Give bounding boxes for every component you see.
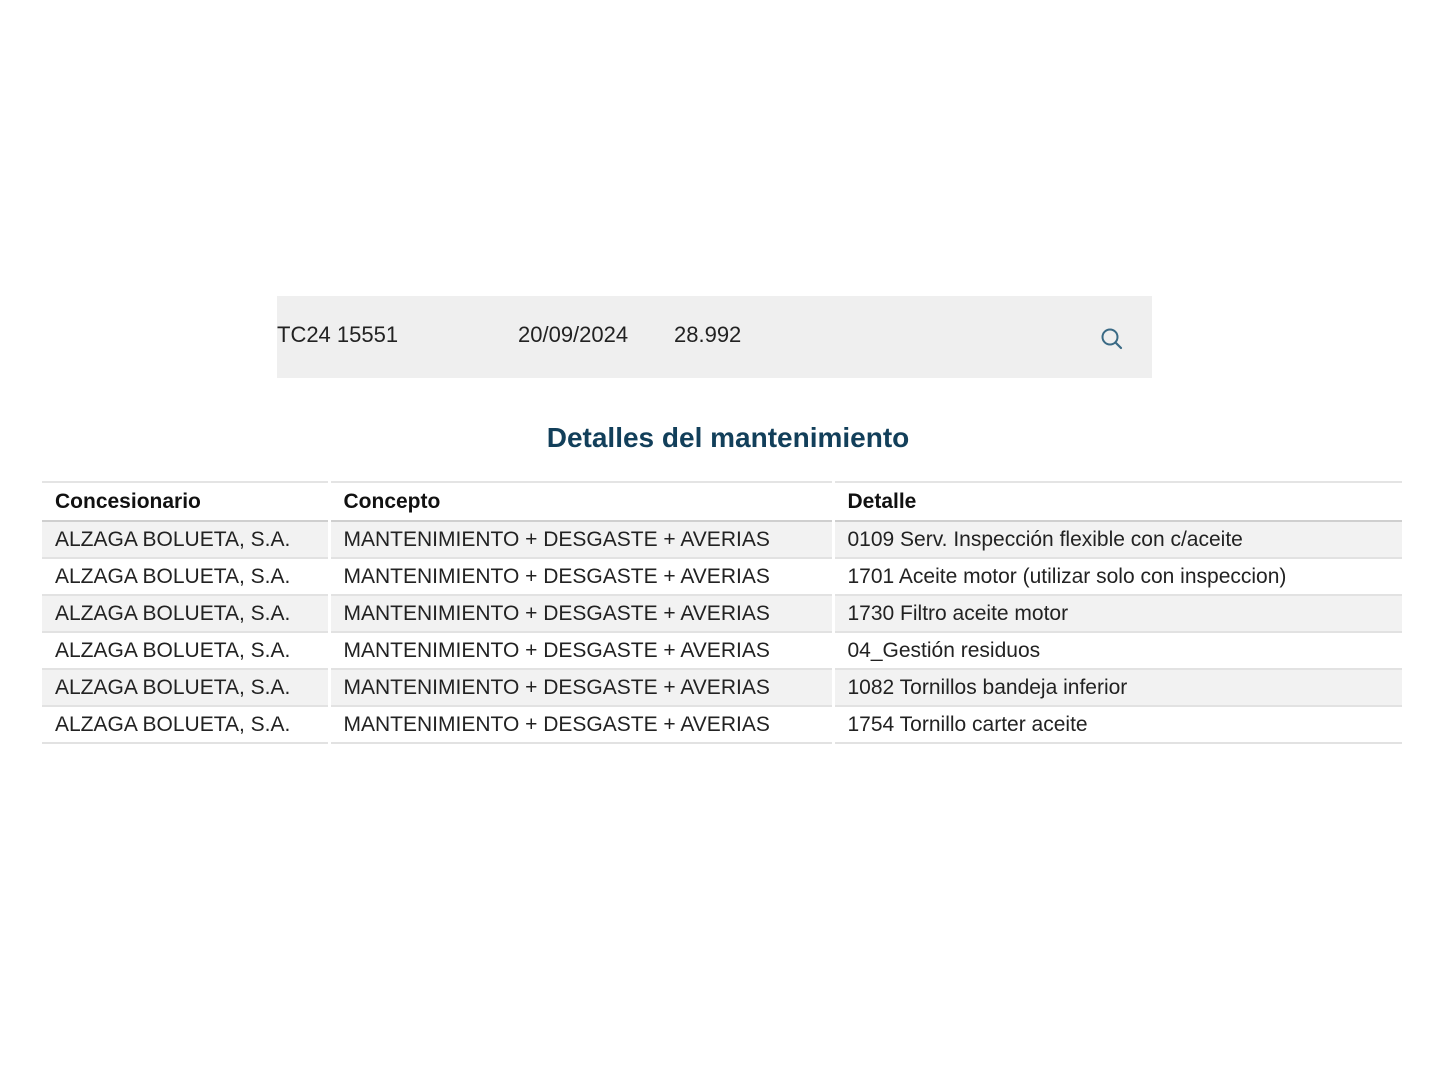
table-row: ALZAGA BOLUETA, S.A. MANTENIMIENTO + DES… xyxy=(42,595,1402,633)
cell-concesionario: ALZAGA BOLUETA, S.A. xyxy=(42,706,329,744)
table-row: ALZAGA BOLUETA, S.A. MANTENIMIENTO + DES… xyxy=(42,669,1402,707)
cell-concesionario: ALZAGA BOLUETA, S.A. xyxy=(42,558,329,596)
maintenance-summary-row: TC24 15551 20/09/2024 28.992 xyxy=(277,296,1152,378)
cell-detalle: 04_Gestión residuos xyxy=(831,632,1402,670)
cell-concesionario: ALZAGA BOLUETA, S.A. xyxy=(42,595,329,633)
cell-concesionario: ALZAGA BOLUETA, S.A. xyxy=(42,521,329,559)
cell-detalle: 1730 Filtro aceite motor xyxy=(831,595,1402,633)
cell-concesionario: ALZAGA BOLUETA, S.A. xyxy=(42,632,329,670)
cell-concepto: MANTENIMIENTO + DESGASTE + AVERIAS xyxy=(327,521,833,559)
cell-concepto: MANTENIMIENTO + DESGASTE + AVERIAS xyxy=(327,558,833,596)
table-row: ALZAGA BOLUETA, S.A. MANTENIMIENTO + DES… xyxy=(42,521,1402,559)
table-row: ALZAGA BOLUETA, S.A. MANTENIMIENTO + DES… xyxy=(42,558,1402,596)
cell-detalle: 0109 Serv. Inspección flexible con c/ace… xyxy=(831,521,1402,559)
cell-detalle: 1082 Tornillos bandeja inferior xyxy=(831,669,1402,707)
plate-number: TC24 15551 xyxy=(277,322,399,347)
cell-detalle: 1701 Aceite motor (utilizar solo con ins… xyxy=(831,558,1402,596)
search-icon[interactable] xyxy=(1099,326,1125,352)
cell-concepto: MANTENIMIENTO + DESGASTE + AVERIAS xyxy=(327,632,833,670)
mileage: 28.992 xyxy=(674,322,742,347)
service-date: 20/09/2024 xyxy=(518,322,629,347)
table-header-row: Concesionario Concepto Detalle xyxy=(42,481,1402,522)
table-row: ALZAGA BOLUETA, S.A. MANTENIMIENTO + DES… xyxy=(42,632,1402,670)
table-row: ALZAGA BOLUETA, S.A. MANTENIMIENTO + DES… xyxy=(42,706,1402,744)
cell-concepto: MANTENIMIENTO + DESGASTE + AVERIAS xyxy=(327,706,833,744)
cell-concepto: MANTENIMIENTO + DESGASTE + AVERIAS xyxy=(327,595,833,633)
section-title: Detalles del mantenimiento xyxy=(546,422,910,453)
cell-concepto: MANTENIMIENTO + DESGASTE + AVERIAS xyxy=(327,669,833,707)
cell-concesionario: ALZAGA BOLUETA, S.A. xyxy=(42,669,329,707)
column-header-concepto: Concepto xyxy=(327,481,833,522)
maintenance-details-table: Concesionario Concepto Detalle ALZAGA BO… xyxy=(42,481,1402,744)
column-header-detalle: Detalle xyxy=(831,481,1402,522)
cell-detalle: 1754 Tornillo carter aceite xyxy=(831,706,1402,744)
column-header-concesionario: Concesionario xyxy=(42,481,329,522)
